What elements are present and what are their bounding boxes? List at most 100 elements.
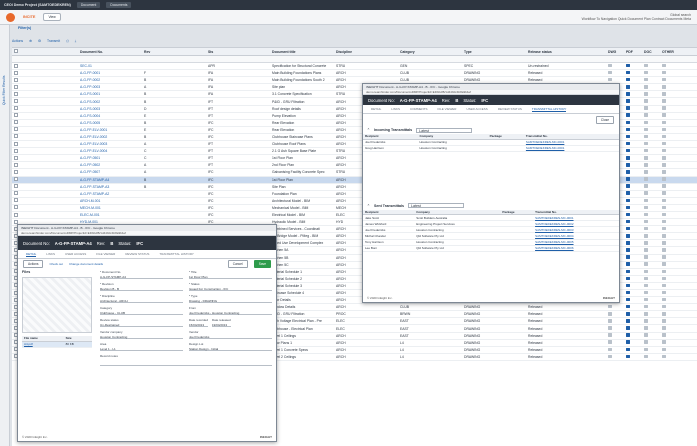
file-icon[interactable] (626, 92, 630, 96)
file-type-cell[interactable] (642, 99, 660, 104)
row-select[interactable] (12, 84, 78, 90)
file-type-cell[interactable] (642, 92, 660, 97)
row-checkbox[interactable] (14, 212, 18, 217)
file-icon[interactable] (626, 226, 630, 231)
file-icon[interactable] (644, 177, 648, 181)
add-icon[interactable]: ⊕ (29, 39, 32, 43)
cell[interactable]: SEC-01 (78, 64, 142, 68)
file-icon[interactable] (644, 255, 648, 259)
file-icon[interactable] (662, 354, 666, 359)
status-select[interactable]: Issued For Construction - IFC (189, 286, 272, 291)
file-icon[interactable] (662, 120, 666, 125)
cell[interactable]: A-G-FS-0004 (78, 114, 142, 118)
file-type-cell[interactable] (606, 312, 624, 317)
file-type-cell[interactable] (642, 63, 660, 69)
cancel-button[interactable]: Cancel (227, 259, 248, 268)
row-select[interactable] (12, 77, 78, 83)
file-icon[interactable] (626, 290, 630, 295)
col-other[interactable]: OTHER (660, 50, 678, 54)
file-type-cell[interactable] (660, 241, 678, 246)
file-icon[interactable] (662, 312, 666, 316)
file-icon[interactable] (626, 120, 630, 125)
file-icon[interactable] (626, 63, 630, 68)
file-icon[interactable] (608, 326, 612, 330)
col-release[interactable]: Release status (526, 50, 606, 54)
file-icon[interactable] (626, 205, 630, 210)
file-type-cell[interactable] (624, 255, 642, 260)
cell[interactable]: A-G-FP-STAMP-A3 (78, 185, 142, 189)
file-type-cell[interactable] (660, 248, 678, 253)
file-icon[interactable] (662, 170, 666, 174)
file-icon[interactable] (626, 148, 630, 153)
file-icon[interactable] (662, 77, 666, 82)
file-type-cell[interactable] (624, 276, 642, 282)
file-type-cell[interactable] (624, 77, 642, 83)
file-icon[interactable] (626, 212, 630, 217)
file-type-cell[interactable] (642, 283, 660, 289)
cell[interactable]: A-G-FS-0005 (78, 121, 142, 125)
row-select[interactable] (12, 191, 78, 196)
file-icon[interactable] (644, 354, 648, 359)
file-type-cell[interactable] (642, 156, 660, 161)
file-icon[interactable] (626, 354, 630, 359)
file-icon[interactable] (662, 262, 666, 266)
tab-user-access[interactable]: USER ACCESS (65, 252, 86, 256)
file-icon[interactable] (626, 70, 630, 75)
row-select[interactable] (12, 184, 78, 189)
file-type-cell[interactable] (660, 198, 678, 204)
change-details-button[interactable]: Change document details (69, 262, 103, 266)
file-icon[interactable] (608, 63, 612, 68)
file-type-cell[interactable] (660, 354, 678, 360)
col-sts[interactable]: Sts (206, 50, 270, 54)
file-type-cell[interactable] (624, 156, 642, 161)
file-icon[interactable] (644, 312, 648, 316)
file-icon[interactable] (626, 219, 630, 224)
print-icon[interactable]: ⎙ (66, 39, 69, 43)
file-type-cell[interactable] (624, 134, 642, 140)
file-type-cell[interactable] (642, 276, 660, 282)
file-type-cell[interactable] (624, 163, 642, 168)
cell[interactable]: ARCH-M-001 (78, 199, 142, 203)
file-type-cell[interactable] (624, 226, 642, 232)
file-type-cell[interactable] (642, 304, 660, 310)
file-icon[interactable] (662, 255, 666, 259)
tab-review-status[interactable]: REVIEW STATUS (125, 252, 149, 256)
file-icon[interactable] (644, 77, 648, 82)
file-type-cell[interactable] (624, 241, 642, 246)
record-notes-input[interactable] (100, 358, 272, 366)
row-select[interactable] (12, 205, 78, 210)
file-type-cell[interactable] (642, 347, 660, 353)
file-icon[interactable] (626, 191, 630, 195)
cell[interactable]: A-G-FP-0502 (78, 163, 142, 167)
row-select[interactable] (12, 155, 78, 161)
file-type-cell[interactable] (642, 148, 660, 154)
file-type-cell[interactable] (606, 347, 624, 353)
file-icon[interactable] (626, 127, 630, 132)
file-type-cell[interactable] (642, 248, 660, 253)
tab-file-viewer[interactable]: FILE VIEWER (437, 107, 456, 111)
document-menu[interactable]: Document (76, 2, 101, 8)
file-type-cell[interactable] (660, 70, 678, 76)
type-select[interactable]: Drawing - DRAWING (189, 298, 272, 303)
file-icon[interactable] (662, 205, 666, 210)
filter-breadcrumb[interactable]: Filter(s) (18, 26, 31, 30)
file-icon[interactable] (626, 347, 630, 352)
row-checkbox[interactable] (14, 113, 18, 118)
file-icon[interactable] (662, 212, 666, 217)
col-type[interactable]: Type (462, 50, 526, 54)
file-type-cell[interactable] (624, 205, 642, 211)
file-type-cell[interactable] (642, 255, 660, 260)
file-type-cell[interactable] (642, 163, 660, 168)
file-icon[interactable] (662, 184, 666, 188)
tab-transmittal-history[interactable]: TRANSMITTAL HISTORY (159, 252, 194, 256)
file-type-cell[interactable] (660, 262, 678, 267)
file-type-cell[interactable] (642, 226, 660, 232)
cell[interactable]: ELEC-M-001 (78, 213, 142, 217)
file-icon[interactable] (608, 354, 612, 359)
file-icon[interactable] (662, 85, 666, 89)
close-button[interactable]: Close (595, 116, 614, 124)
col-doc[interactable]: DOC (642, 50, 660, 54)
file-icon[interactable] (644, 134, 648, 139)
file-type-cell[interactable] (642, 262, 660, 267)
chevron-up-icon[interactable]: ⌃ (367, 204, 370, 208)
